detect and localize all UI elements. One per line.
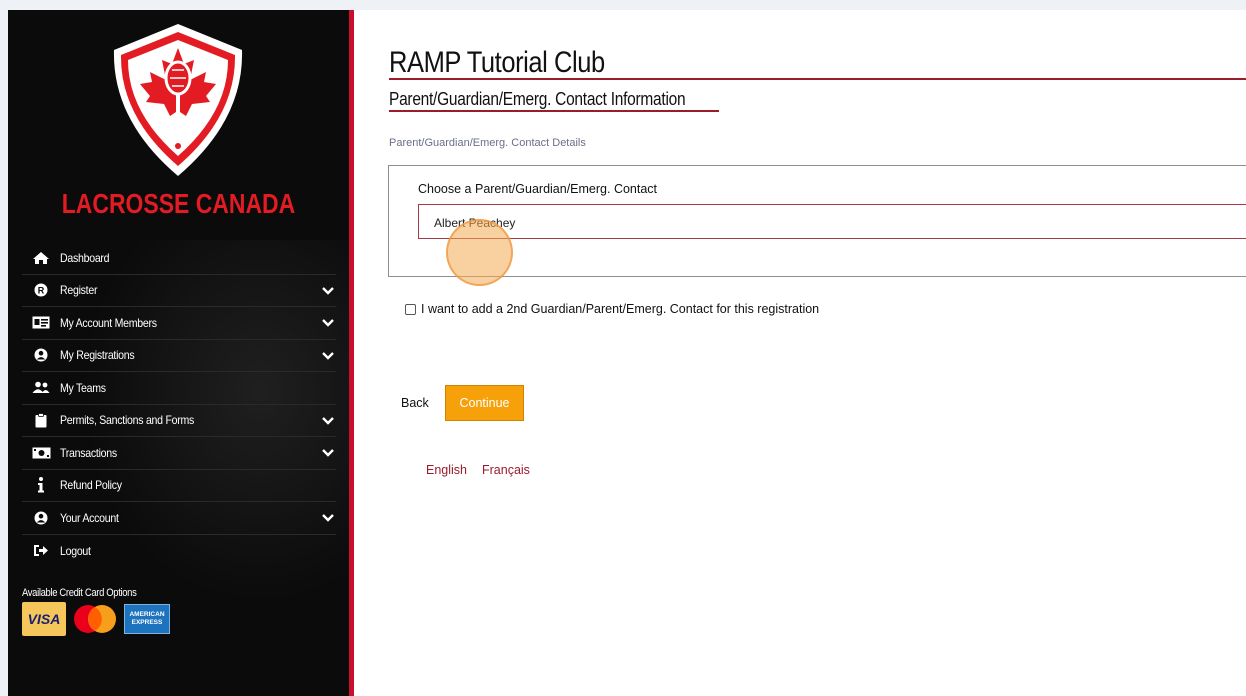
svg-text:R: R — [38, 286, 45, 296]
logout-icon — [30, 543, 52, 559]
sidebar-item-label: My Teams — [60, 380, 106, 395]
shield-logo-icon — [113, 24, 243, 176]
title-divider — [389, 78, 1246, 80]
chevron-down-icon — [322, 349, 334, 363]
contact-selection-box: Choose a Parent/Guardian/Emerg. Contact … — [388, 165, 1246, 277]
sidebar-item-label: Logout — [60, 543, 91, 558]
sidebar-item-label: Permits, Sanctions and Forms — [60, 413, 195, 428]
sidebar-item-label: My Registrations — [60, 348, 135, 363]
sidebar-item-my-teams[interactable]: My Teams — [22, 372, 336, 405]
contact-select-label: Choose a Parent/Guardian/Emerg. Contact — [418, 182, 658, 196]
sidebar-item-dashboard[interactable]: Dashboard — [22, 242, 336, 275]
sidebar-item-label: Refund Policy — [60, 478, 122, 493]
user-circle-icon — [30, 347, 52, 363]
continue-button[interactable]: Continue — [445, 385, 524, 421]
chevron-down-icon — [322, 446, 334, 460]
chevron-down-icon — [322, 316, 334, 330]
page-title: RAMP Tutorial Club — [389, 46, 605, 79]
contact-select[interactable]: Albert Peachey — [418, 204, 1246, 239]
sidebar-item-label: Transactions — [60, 445, 117, 460]
breadcrumb: Parent/Guardian/Emerg. Contact Details — [389, 137, 586, 149]
click-indicator — [446, 219, 513, 286]
sidebar-item-your-account[interactable]: Your Account — [22, 502, 336, 535]
sidebar-item-transactions[interactable]: Transactions — [22, 437, 336, 470]
sidebar-item-register[interactable]: R Register — [22, 275, 336, 307]
visa-icon: VISA — [22, 602, 66, 636]
sidebar-item-logout[interactable]: Logout — [22, 535, 336, 568]
second-contact-checkbox[interactable] — [405, 303, 416, 315]
users-icon — [30, 380, 52, 396]
money-icon — [30, 445, 52, 461]
second-contact-row: I want to add a 2nd Guardian/Parent/Emer… — [405, 302, 819, 316]
mastercard-icon — [74, 605, 116, 633]
section-divider — [389, 110, 719, 112]
sidebar-item-permits[interactable]: Permits, Sanctions and Forms — [22, 405, 336, 437]
chevron-down-icon — [322, 414, 334, 428]
visa-label: VISA — [27, 611, 61, 627]
amex-label-line2: EXPRESS — [131, 619, 163, 626]
chevron-down-icon — [322, 511, 334, 525]
second-contact-label[interactable]: I want to add a 2nd Guardian/Parent/Emer… — [421, 302, 819, 316]
credit-card-logos: VISA AMERICAN EXPRESS — [22, 602, 170, 636]
sidebar-item-label: Register — [60, 283, 98, 298]
amex-icon: AMERICAN EXPRESS — [124, 604, 170, 634]
language-french-link[interactable]: Français — [482, 463, 530, 477]
main-content: RAMP Tutorial Club Parent/Guardian/Emerg… — [354, 10, 1246, 696]
sidebar-nav: Dashboard R Register My Account Members — [22, 242, 336, 567]
credit-card-options-title: Available Credit Card Options — [22, 587, 137, 599]
chevron-down-icon — [322, 284, 334, 298]
amex-label-line1: AMERICAN — [129, 611, 165, 618]
lacrosse-canada-logo[interactable]: LACROSSE CANADA — [8, 20, 349, 220]
sidebar-item-label: Dashboard — [60, 250, 110, 265]
sidebar: LACROSSE CANADA Dashboard R Register My … — [8, 10, 354, 696]
user-circle-icon — [30, 510, 52, 526]
sidebar-item-my-account-members[interactable]: My Account Members — [22, 307, 336, 340]
home-icon — [30, 250, 52, 266]
back-button[interactable]: Back — [401, 396, 429, 410]
id-card-icon — [30, 315, 52, 331]
sidebar-item-label: My Account Members — [60, 315, 157, 330]
info-icon — [30, 477, 52, 493]
sidebar-item-label: Your Account — [60, 510, 119, 525]
section-title: Parent/Guardian/Emerg. Contact Informati… — [389, 89, 686, 109]
language-english-link[interactable]: English — [426, 463, 467, 477]
r-circle-icon: R — [30, 282, 52, 298]
brand-name: LACROSSE CANADA — [61, 188, 296, 219]
sidebar-item-my-registrations[interactable]: My Registrations — [22, 340, 336, 372]
sidebar-item-refund-policy[interactable]: Refund Policy — [22, 470, 336, 502]
clipboard-icon — [30, 412, 52, 428]
